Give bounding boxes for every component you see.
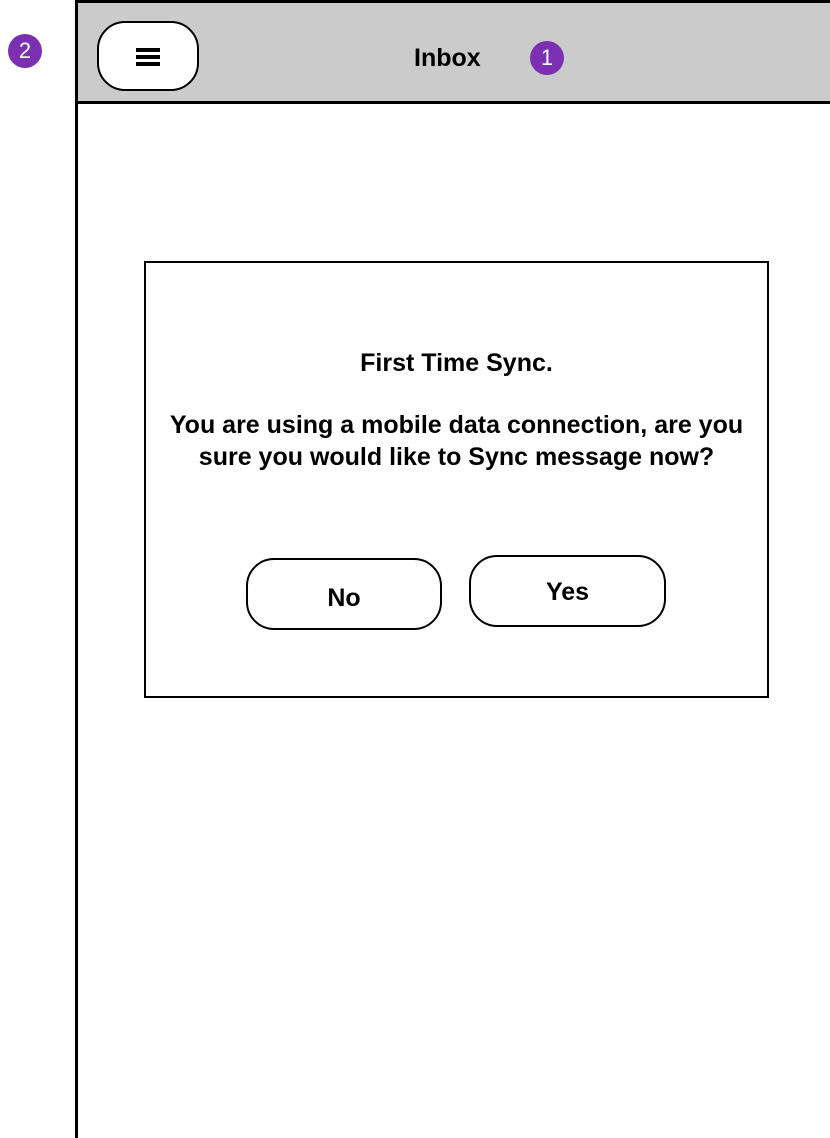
yes-button[interactable]: Yes <box>469 555 666 627</box>
dialog-message: You are using a mobile data connection, … <box>169 411 744 471</box>
sync-dialog: First Time Sync. You are using a mobile … <box>144 261 769 698</box>
annotation-badge-2: 2 <box>8 34 42 68</box>
hamburger-line-top <box>136 48 160 52</box>
hamburger-line-middle <box>136 55 160 59</box>
dialog-title: First Time Sync. <box>360 349 553 377</box>
hamburger-line-bottom <box>136 62 160 66</box>
menu-button[interactable] <box>97 21 199 91</box>
page-title: Inbox <box>414 44 481 72</box>
no-button[interactable]: No <box>246 558 442 630</box>
annotation-badge-1: 1 <box>530 41 564 75</box>
hamburger-menu-icon <box>136 48 160 66</box>
